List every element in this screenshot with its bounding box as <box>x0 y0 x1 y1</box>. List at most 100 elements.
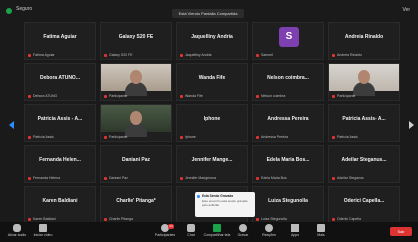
participant-tile[interactable]: Edela Maria Bos... Edela Maria Bos <box>252 145 324 183</box>
participant-video <box>101 64 171 96</box>
participant-caption-text: Participante <box>337 94 356 98</box>
participant-caption-text: Nelson coimbra <box>261 94 286 98</box>
muted-mic-icon <box>256 94 259 98</box>
muted-mic-icon <box>28 53 31 57</box>
meeting-toolbar: Ativar áudio Iniciar vídeo 24 Participan… <box>0 222 418 242</box>
participant-caption: Participante <box>104 135 168 139</box>
participant-tile[interactable]: Participante <box>100 104 172 142</box>
participant-tile[interactable]: Karen Baldiani Karen Baldiani <box>24 186 96 224</box>
participant-caption-text: Fernanda Helena <box>33 176 61 180</box>
participant-name: Edela Maria Bos... <box>266 157 310 163</box>
participant-caption-text: Samuel <box>261 53 273 57</box>
chat-icon <box>187 224 195 232</box>
security-label: Seguro <box>16 6 33 12</box>
participant-tile[interactable]: Galaxy S20 FE Galaxy S20 FE <box>100 22 172 60</box>
participant-caption: Wanda Fife <box>180 94 244 98</box>
participant-caption: Fernanda Helena <box>28 176 92 180</box>
muted-mic-icon <box>332 176 335 180</box>
participant-caption-text: Andressa Pereira <box>261 135 289 139</box>
participant-caption-text: Charlie Pitanga <box>109 217 133 221</box>
record-icon <box>239 224 247 232</box>
muted-mic-icon <box>104 176 107 180</box>
shield-icon[interactable] <box>6 8 12 14</box>
participant-name: Andreia Rinaldo <box>344 34 384 40</box>
participant-tile[interactable]: Wanda Fife Wanda Fife <box>176 63 248 101</box>
participant-name: Adeilar Steganus... <box>341 157 387 163</box>
leave-button[interactable]: Sair <box>390 227 412 236</box>
participant-tile[interactable]: Nelson coimbra... Nelson coimbra <box>252 63 324 101</box>
participant-tile[interactable]: S Samuel <box>252 22 324 60</box>
participant-tile[interactable]: Patricia Assis- A... Patricia Assis <box>328 104 400 142</box>
participant-tile[interactable]: Participante <box>100 63 172 101</box>
participant-tile[interactable]: Fernanda Helen... Fernanda Helena <box>24 145 96 183</box>
participant-tile[interactable]: Jaquelliny Andria Jaquelliny Andria <box>176 22 248 60</box>
participant-name: Karen Baldiani <box>42 198 78 204</box>
avatar: S <box>279 27 299 47</box>
participant-tile[interactable]: Fatima Aguiar Fatima Aguiar <box>24 22 96 60</box>
participant-caption-text: Iphone <box>185 135 196 139</box>
next-page-arrow[interactable] <box>409 121 414 129</box>
participant-name: Patricia Assis - A... <box>37 116 83 122</box>
muted-mic-icon <box>28 94 31 98</box>
participant-caption: Nelson coimbra <box>256 94 320 98</box>
muted-mic-icon <box>256 135 259 139</box>
participant-caption: Edela Maria Bos <box>256 176 320 180</box>
participant-tile[interactable]: Charlie' Pitanga* Charlie Pitanga <box>100 186 172 224</box>
participant-caption-text: Karen Baldiani <box>33 217 56 221</box>
participant-caption-text: Andreia Rinaldo <box>337 53 362 57</box>
participant-tile[interactable]: Oderici Capella... Oderici Capella <box>328 186 400 224</box>
participant-name: Jennifer Mange... <box>191 157 233 163</box>
participant-tile[interactable]: Iphone Iphone <box>176 104 248 142</box>
participant-name: Luiza Stegunolla <box>268 198 308 204</box>
participant-tile[interactable]: Jennifer Mange... Jennifer Mangerona <box>176 145 248 183</box>
more-button[interactable]: Mais <box>306 224 336 237</box>
muted-mic-icon <box>332 135 335 139</box>
participant-tile[interactable]: Luiza Stegunolla Luiza Stegunolla <box>252 186 324 224</box>
participant-caption: Patricia Assis <box>28 135 92 139</box>
participant-caption-text: Jaquelliny Andria <box>185 53 212 57</box>
participant-caption: Oderici Capella <box>332 217 396 221</box>
participant-tile[interactable]: Adeilar Steganus... Adeilar Steganus <box>328 145 400 183</box>
recording-popup-title: Está Sendo Gravada <box>202 194 234 198</box>
participant-name: Iphone <box>203 116 221 122</box>
muted-mic-icon <box>28 217 31 221</box>
muted-mic-icon <box>180 135 183 139</box>
screen-share-notice[interactable]: Está Viendo Pantalla Compartida <box>172 9 244 18</box>
participant-name: Jaquelliny Andria <box>191 34 233 40</box>
participant-name: Debora ATUNO... <box>39 75 80 81</box>
reactions-icon <box>265 224 273 232</box>
participant-caption-text: Adeilar Steganus <box>337 176 364 180</box>
participant-tile[interactable]: Patricia Assis - A... Patricia Assis <box>24 104 96 142</box>
participant-caption-text: Patricia Assis <box>33 135 54 139</box>
participant-caption: Fatima Aguiar <box>28 53 92 57</box>
participant-tile[interactable]: Daniani Paz Daniani Paz <box>100 145 172 183</box>
participant-caption: Jennifer Mangerona <box>180 176 244 180</box>
participant-face <box>358 70 370 84</box>
participant-video <box>329 64 399 96</box>
muted-mic-icon <box>180 176 183 180</box>
participant-caption: Karen Baldiani <box>28 217 92 221</box>
participant-tile[interactable]: Andreia Rinaldo Andreia Rinaldo <box>328 22 400 60</box>
participant-tile[interactable]: Participante <box>328 63 400 101</box>
muted-mic-icon <box>28 176 31 180</box>
participant-caption-text: Galaxy S20 FE <box>109 53 133 57</box>
participant-name: Oderici Capella... <box>343 198 385 204</box>
participant-caption-text: Fatima Aguiar <box>33 53 55 57</box>
muted-mic-icon <box>180 53 183 57</box>
video-button[interactable]: Iniciar vídeo <box>28 224 58 237</box>
participant-caption: Debora ATUNO <box>28 94 92 98</box>
recording-popup[interactable]: Está Sendo Gravada Este encontro está se… <box>195 192 255 217</box>
participant-tile[interactable]: Andressa Pereira Andressa Pereira <box>252 104 324 142</box>
participant-caption: Andreia Rinaldo <box>332 53 396 57</box>
participant-caption: Galaxy S20 FE <box>104 53 168 57</box>
record-icon <box>197 195 200 198</box>
participant-caption: Samuel <box>256 53 320 57</box>
participant-caption-text: Jennifer Mangerona <box>185 176 217 180</box>
participant-name: Galaxy S20 FE <box>118 34 154 40</box>
participant-caption: Iphone <box>180 135 244 139</box>
participant-caption-text: Daniani Paz <box>109 176 128 180</box>
view-button[interactable]: Ver <box>402 7 410 13</box>
muted-mic-icon <box>104 53 107 57</box>
participant-tile[interactable]: Debora ATUNO... Debora ATUNO <box>24 63 96 101</box>
previous-page-arrow[interactable] <box>9 121 14 129</box>
